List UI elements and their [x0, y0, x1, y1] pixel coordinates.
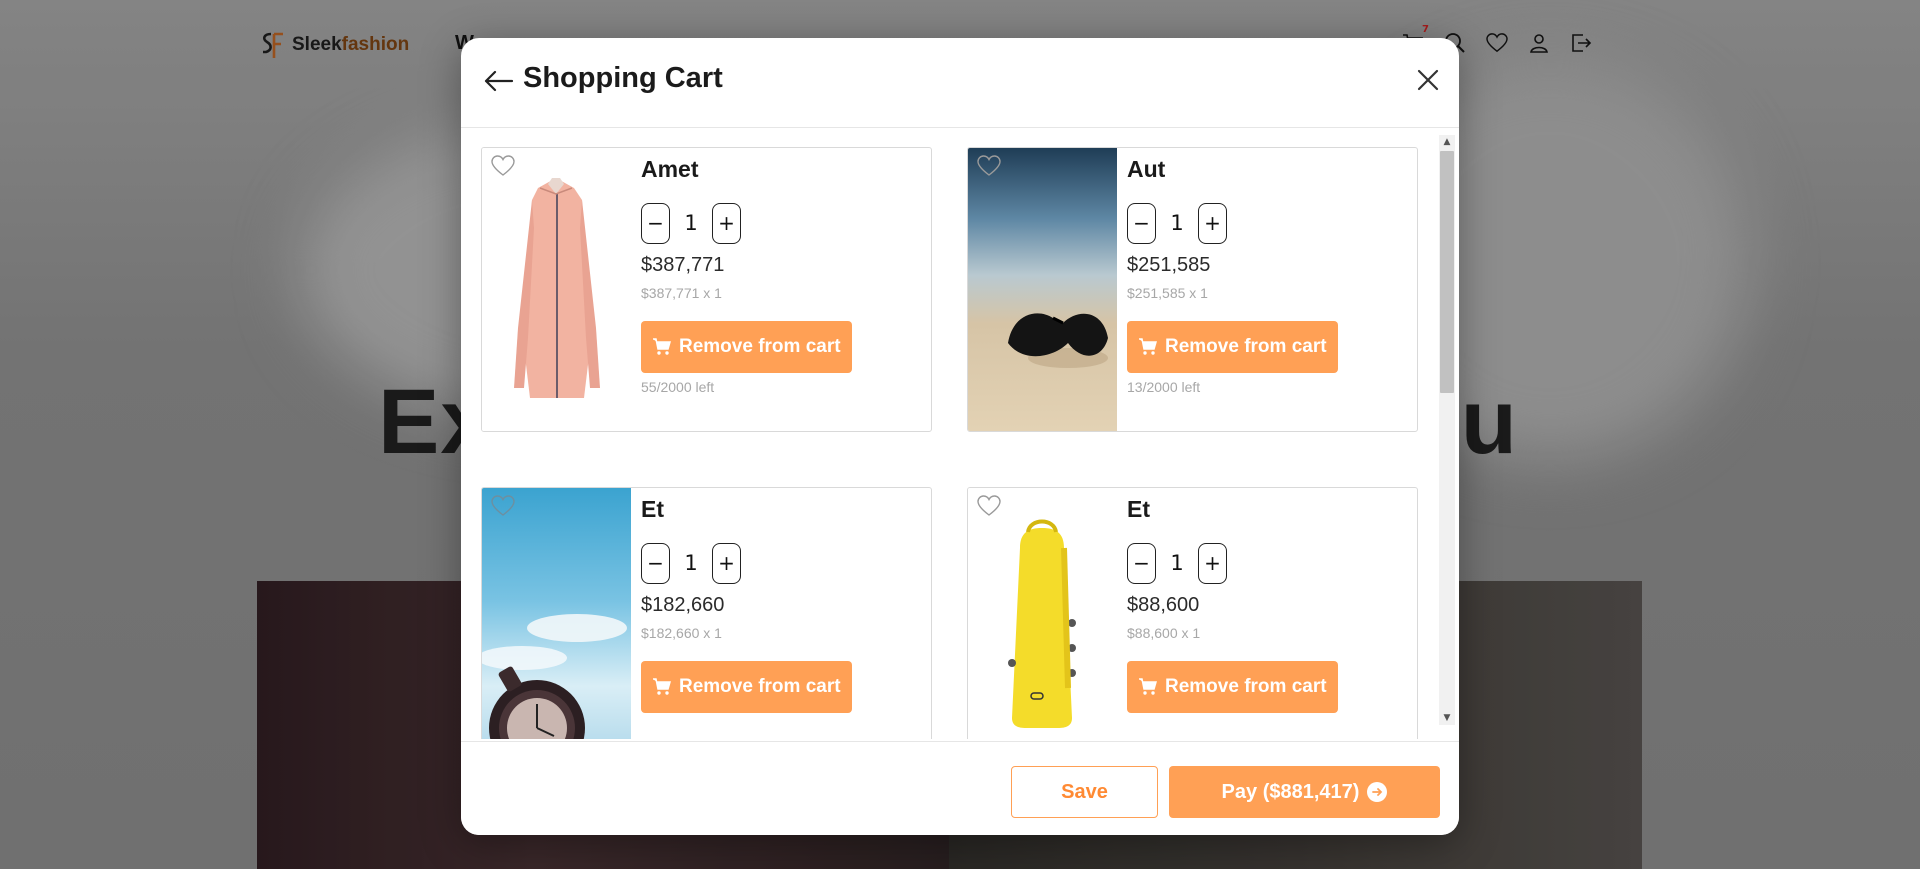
close-icon[interactable]: [1413, 65, 1443, 95]
item-price: $182,660: [641, 594, 725, 616]
modal-footer: Save Pay ($881,417): [461, 741, 1459, 835]
remove-button-label: Remove from cart: [679, 676, 841, 697]
decrease-quantity-button[interactable]: −: [641, 542, 670, 584]
item-name: Aut: [1127, 156, 1166, 182]
modal-header: Shopping Cart: [461, 38, 1459, 128]
cart-item-card: Amet − 1 + $387,771 $387,771 x 1 Remove …: [481, 147, 932, 432]
decrease-quantity-button[interactable]: −: [1127, 542, 1156, 584]
decrease-quantity-button[interactable]: −: [641, 202, 670, 244]
cart-icon: [653, 338, 671, 355]
cart-icon: [653, 678, 671, 695]
remove-from-cart-button[interactable]: Remove from cart: [1127, 661, 1338, 713]
product-image[interactable]: [968, 488, 1117, 739]
save-button[interactable]: Save: [1011, 766, 1158, 818]
item-price: $251,585: [1127, 254, 1211, 276]
increase-quantity-button[interactable]: +: [712, 542, 741, 584]
item-price: $88,600: [1127, 594, 1200, 616]
quantity-stepper: − 1 +: [641, 542, 923, 584]
product-image[interactable]: [482, 148, 631, 431]
scroll-down-arrow-icon[interactable]: ▼: [1442, 713, 1452, 723]
item-name: Et: [641, 496, 664, 522]
increase-quantity-button[interactable]: +: [712, 202, 741, 244]
item-subtotal: $251,585 x 1: [1127, 285, 1208, 301]
cart-item-card: Aut − 1 + $251,585 $251,585 x 1 Remove f…: [967, 147, 1418, 432]
shopping-cart-modal: Shopping Cart Amet − 1 + $387,771 $387,7…: [461, 38, 1459, 835]
arrow-right-circle-icon: [1367, 782, 1388, 802]
product-image[interactable]: [482, 488, 631, 739]
quantity-stepper: − 1 +: [1127, 202, 1409, 244]
quantity-stepper: − 1 +: [641, 202, 923, 244]
product-image[interactable]: [968, 148, 1117, 431]
decrease-quantity-button[interactable]: −: [1127, 202, 1156, 244]
remove-button-label: Remove from cart: [679, 336, 841, 357]
favorite-heart-icon[interactable]: [490, 494, 516, 518]
item-subtotal: $182,660 x 1: [641, 625, 722, 641]
item-name: Amet: [641, 156, 699, 182]
stock-remaining: 55/2000 left: [641, 379, 715, 395]
stock-remaining: 13/2000 left: [1127, 379, 1201, 395]
quantity-value: 1: [684, 551, 698, 575]
cart-icon: [1139, 338, 1157, 355]
item-price: $387,771: [641, 254, 725, 276]
increase-quantity-button[interactable]: +: [1198, 542, 1227, 584]
quantity-value: 1: [684, 211, 698, 235]
modal-title: Shopping Cart: [523, 62, 723, 94]
favorite-heart-icon[interactable]: [976, 154, 1002, 178]
item-subtotal: $88,600 x 1: [1127, 625, 1201, 641]
scrollbar-thumb[interactable]: [1440, 151, 1454, 393]
quantity-stepper: − 1 +: [1127, 542, 1409, 584]
quantity-value: 1: [1170, 211, 1184, 235]
remove-from-cart-button[interactable]: Remove from cart: [1127, 321, 1338, 373]
item-info: Et − 1 + $88,600 $88,600 x 1 Remove from…: [1127, 496, 1409, 719]
pay-button[interactable]: Pay ($881,417): [1169, 766, 1440, 818]
back-arrow-icon[interactable]: [483, 68, 515, 94]
favorite-heart-icon[interactable]: [976, 494, 1002, 518]
favorite-heart-icon[interactable]: [490, 154, 516, 178]
cart-items-list[interactable]: Amet − 1 + $387,771 $387,771 x 1 Remove …: [461, 129, 1459, 739]
scroll-up-arrow-icon[interactable]: ▲: [1442, 137, 1452, 147]
remove-button-label: Remove from cart: [1165, 676, 1327, 697]
item-info: Amet − 1 + $387,771 $387,771 x 1 Remove …: [641, 156, 923, 395]
item-info: Aut − 1 + $251,585 $251,585 x 1 Remove f…: [1127, 156, 1409, 395]
remove-button-label: Remove from cart: [1165, 336, 1327, 357]
item-name: Et: [1127, 496, 1150, 522]
remove-from-cart-button[interactable]: Remove from cart: [641, 661, 852, 713]
item-subtotal: $387,771 x 1: [641, 285, 722, 301]
item-info: Et − 1 + $182,660 $182,660 x 1 Remove fr…: [641, 496, 923, 719]
cart-item-card: Et − 1 + $88,600 $88,600 x 1 Remove from…: [967, 487, 1418, 739]
increase-quantity-button[interactable]: +: [1198, 202, 1227, 244]
cart-item-card: Et − 1 + $182,660 $182,660 x 1 Remove fr…: [481, 487, 932, 739]
quantity-value: 1: [1170, 551, 1184, 575]
pay-button-label: Pay ($881,417): [1221, 780, 1360, 803]
remove-from-cart-button[interactable]: Remove from cart: [641, 321, 852, 373]
vertical-scrollbar[interactable]: ▲ ▼: [1439, 135, 1455, 725]
cart-icon: [1139, 678, 1157, 695]
